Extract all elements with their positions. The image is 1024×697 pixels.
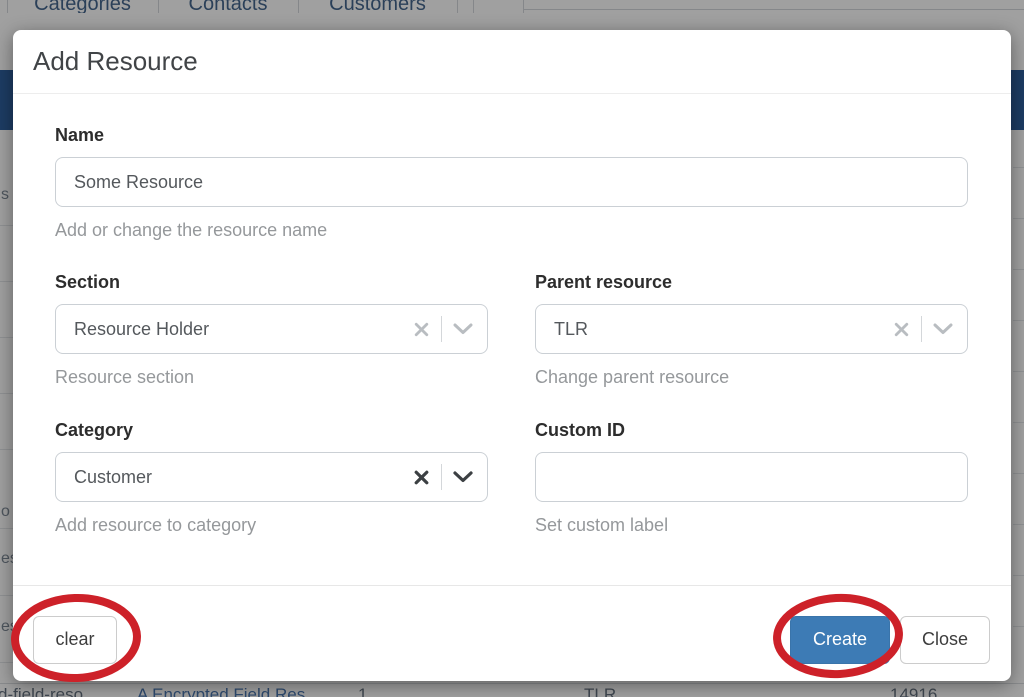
modal-title: Add Resource (33, 46, 198, 77)
table-cell-resource-link[interactable]: A Encrypted Field Res… (137, 685, 322, 697)
background-table-left-edge: s o es es (0, 130, 14, 697)
tab-separator (7, 0, 8, 13)
custom-id-input[interactable] (535, 452, 968, 502)
name-label: Name (55, 126, 968, 144)
custom-id-label: Custom ID (535, 421, 968, 439)
tab-contacts[interactable]: Contacts (158, 0, 298, 13)
clear-selection-icon[interactable] (413, 469, 430, 486)
table-row-line (1013, 269, 1024, 270)
modal-header: Add Resource (13, 30, 1011, 94)
parent-resource-helper: Change parent resource (535, 368, 968, 386)
table-cell-id: 14916 (890, 685, 937, 697)
table-row-line (1013, 575, 1024, 576)
modal-footer: clear Create Close (13, 585, 1011, 681)
form-grid: Section Resource Holder Resource section (55, 273, 968, 534)
section-label: Section (55, 273, 488, 291)
parent-selected-value: TLR (554, 319, 893, 340)
table-row-line (1013, 167, 1024, 168)
select-divider (921, 316, 922, 342)
select-divider (441, 316, 442, 342)
parent-resource-label: Parent resource (535, 273, 968, 291)
background-table-right-edge (1013, 130, 1024, 697)
table-row-line (1013, 320, 1024, 321)
table-row-line (0, 393, 14, 394)
table-row-line (1013, 626, 1024, 627)
name-field-group: Name Add or change the resource name (55, 126, 968, 239)
tabbar-baseline (523, 9, 1024, 10)
parent-field-group: Parent resource TLR Change parent resour… (535, 273, 968, 386)
table-row-line (1013, 218, 1024, 219)
clear-selection-icon[interactable] (413, 321, 430, 338)
name-helper: Add or change the resource name (55, 221, 968, 239)
table-cell-parent: TLR (584, 685, 616, 697)
category-label: Category (55, 421, 488, 439)
create-button[interactable]: Create (790, 616, 890, 664)
chevron-down-icon[interactable] (453, 323, 473, 335)
chevron-down-icon[interactable] (453, 471, 473, 483)
tab-separator (158, 0, 159, 13)
tab-separator (457, 0, 458, 13)
background-table-row: d-field-reso… A Encrypted Field Res… 1 T… (0, 683, 1024, 697)
category-field-group: Category Customer Add resource to catego… (55, 421, 488, 534)
tab-label: Categories (7, 0, 158, 13)
table-row-line (1013, 422, 1024, 423)
section-selected-value: Resource Holder (74, 319, 413, 340)
tab-categories[interactable]: Categories (7, 0, 158, 13)
chevron-down-icon[interactable] (933, 323, 953, 335)
table-row-line (0, 281, 14, 282)
add-resource-modal: Add Resource Name Add or change the reso… (13, 30, 1011, 681)
table-row-line (1013, 473, 1024, 474)
table-text-fragment: o (1, 503, 10, 521)
table-row-line (0, 449, 14, 450)
category-select[interactable]: Customer (55, 452, 488, 502)
select-divider (441, 464, 442, 490)
footer-right-buttons: Create Close (790, 616, 990, 664)
tab-separator (523, 0, 524, 13)
name-input[interactable] (55, 157, 968, 207)
table-cell-count: 1 (358, 685, 367, 697)
parent-resource-select[interactable]: TLR (535, 304, 968, 354)
modal-body: Name Add or change the resource name Sec… (13, 94, 1011, 534)
background-tabbar: Categories Contacts Customers (0, 0, 1024, 13)
table-text-fragment: s (1, 186, 9, 204)
custom-id-field-group: Custom ID Set custom label (535, 421, 968, 534)
table-row-line (0, 528, 14, 529)
table-cell-slug: d-field-reso… (0, 685, 100, 697)
tab-separator (298, 0, 299, 13)
section-field-group: Section Resource Holder Resource section (55, 273, 488, 386)
tab-label: Contacts (158, 0, 298, 13)
clear-selection-icon[interactable] (893, 321, 910, 338)
tab-separator (473, 0, 474, 13)
table-row-line (0, 662, 14, 663)
table-row-line (0, 225, 14, 226)
tab-label: Customers (298, 0, 457, 13)
close-button[interactable]: Close (900, 616, 990, 664)
section-select[interactable]: Resource Holder (55, 304, 488, 354)
tab-customers[interactable]: Customers (298, 0, 457, 13)
table-row-line (0, 595, 14, 596)
screen: Categories Contacts Customers s o es es (0, 0, 1024, 697)
category-helper: Add resource to category (55, 516, 488, 534)
table-row-line (1013, 524, 1024, 525)
section-helper: Resource section (55, 368, 488, 386)
table-row-line (0, 337, 14, 338)
category-selected-value: Customer (74, 467, 413, 488)
clear-button[interactable]: clear (33, 616, 117, 664)
table-row-line (1013, 371, 1024, 372)
custom-id-helper: Set custom label (535, 516, 968, 534)
